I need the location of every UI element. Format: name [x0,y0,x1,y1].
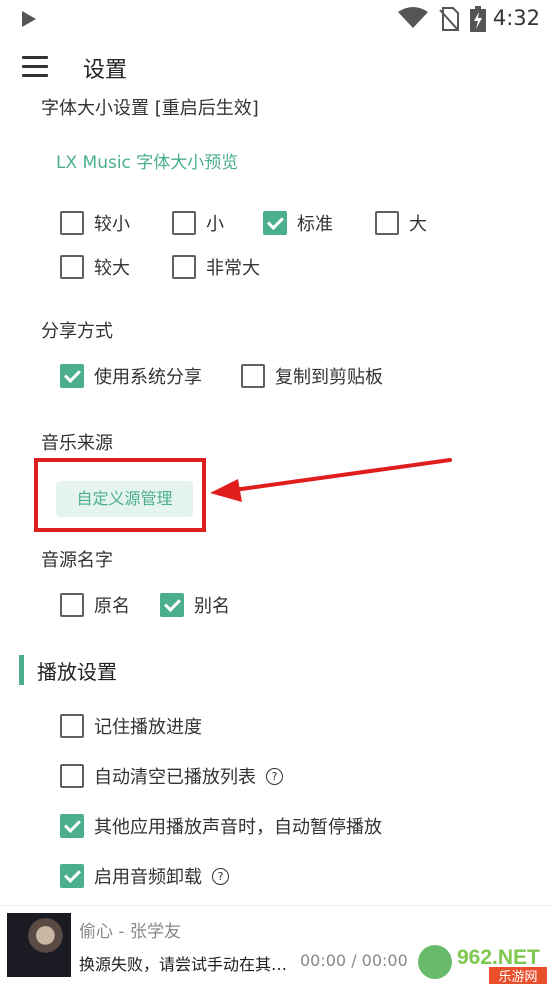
checkbox-label: 非常大 [206,258,260,279]
font-size-option-small[interactable]: 小 [172,208,224,238]
section-indicator [19,655,24,685]
checkbox[interactable] [60,211,84,235]
source-name-option-original[interactable]: 原名 [60,590,130,620]
share-option-clipboard[interactable]: 复制到剪贴板 [241,361,383,391]
checkbox[interactable] [60,255,84,279]
checkbox-label: 启用音频卸载 [94,867,202,888]
checkbox-checked[interactable] [263,211,287,235]
checkbox-label: 大 [409,214,427,235]
watermark-subtext: 乐游网 [498,970,537,984]
checkbox[interactable] [172,255,196,279]
checkbox-label: 标准 [297,214,333,235]
playback-time: 00:00 / 00:00 [300,951,408,970]
share-option-system[interactable]: 使用系统分享 [60,361,202,391]
playback-option-audio-offload[interactable]: 启用音频卸载 ? [60,861,229,891]
help-icon[interactable]: ? [266,767,283,785]
highlight-box [34,458,206,532]
checkbox-label: 使用系统分享 [94,367,202,388]
checkbox-label: 其他应用播放声音时，自动暂停播放 [94,817,382,838]
checkbox-label: 别名 [194,596,230,617]
checkbox-checked[interactable] [60,814,84,838]
playback-option-remember-progress[interactable]: 记住播放进度 [60,711,202,741]
checkbox-label: 小 [206,214,224,235]
checkbox[interactable] [241,364,265,388]
mini-player[interactable]: 偷心 - 张学友 换源失败，请尝试手动在其… 00:00 / 00:00 962… [0,905,552,984]
checkbox[interactable] [60,764,84,788]
annotation-arrow-icon [210,458,452,502]
no-sim-icon [439,7,459,31]
play-store-notification-icon [22,11,36,27]
font-size-option-large[interactable]: 大 [375,208,427,238]
clock: 4:32 [492,6,540,30]
menu-icon[interactable] [22,56,48,78]
checkbox-label: 较小 [94,214,130,235]
checkbox[interactable] [375,211,399,235]
watermark-logo: 962.NET 乐游网 [418,945,547,984]
status-bar: 4:32 [0,0,552,38]
font-size-option-standard[interactable]: 标准 [263,208,333,238]
wifi-icon [398,7,428,28]
section-title-playback: 播放设置 [37,660,117,684]
share-label: 分享方式 [41,321,113,342]
font-size-option-larger[interactable]: 较大 [60,252,130,282]
playback-status: 换源失败，请尝试手动在其… [79,955,288,974]
checkbox-checked[interactable] [160,593,184,617]
playback-option-auto-clear[interactable]: 自动清空已播放列表 ? [60,761,283,791]
checkbox-checked[interactable] [60,364,84,388]
checkbox[interactable] [172,211,196,235]
source-name-option-alias[interactable]: 别名 [160,590,230,620]
help-icon[interactable]: ? [212,867,229,885]
album-cover[interactable] [7,913,71,977]
source-name-label: 音源名字 [41,550,113,571]
music-source-label: 音乐来源 [41,433,113,454]
watermark-text: 962.NET [457,946,540,969]
checkbox[interactable] [60,593,84,617]
checkbox-label: 原名 [94,596,130,617]
checkbox-label: 自动清空已播放列表 [94,767,256,788]
checkbox-label: 较大 [94,258,130,279]
song-title: 偷心 - 张学友 [79,922,181,942]
checkbox[interactable] [60,714,84,738]
font-size-option-very-large[interactable]: 非常大 [172,252,260,282]
checkbox-label: 记住播放进度 [94,717,202,738]
font-size-option-smaller[interactable]: 较小 [60,208,130,238]
font-size-label: 字体大小设置 [重启后生效] [41,98,259,119]
checkbox-checked[interactable] [60,864,84,888]
playback-option-auto-pause[interactable]: 其他应用播放声音时，自动暂停播放 [60,811,382,841]
font-size-preview: LX Music 字体大小预览 [56,153,239,173]
page-title: 设置 [83,58,128,83]
battery-charging-icon [470,6,486,32]
checkbox-label: 复制到剪贴板 [275,367,383,388]
